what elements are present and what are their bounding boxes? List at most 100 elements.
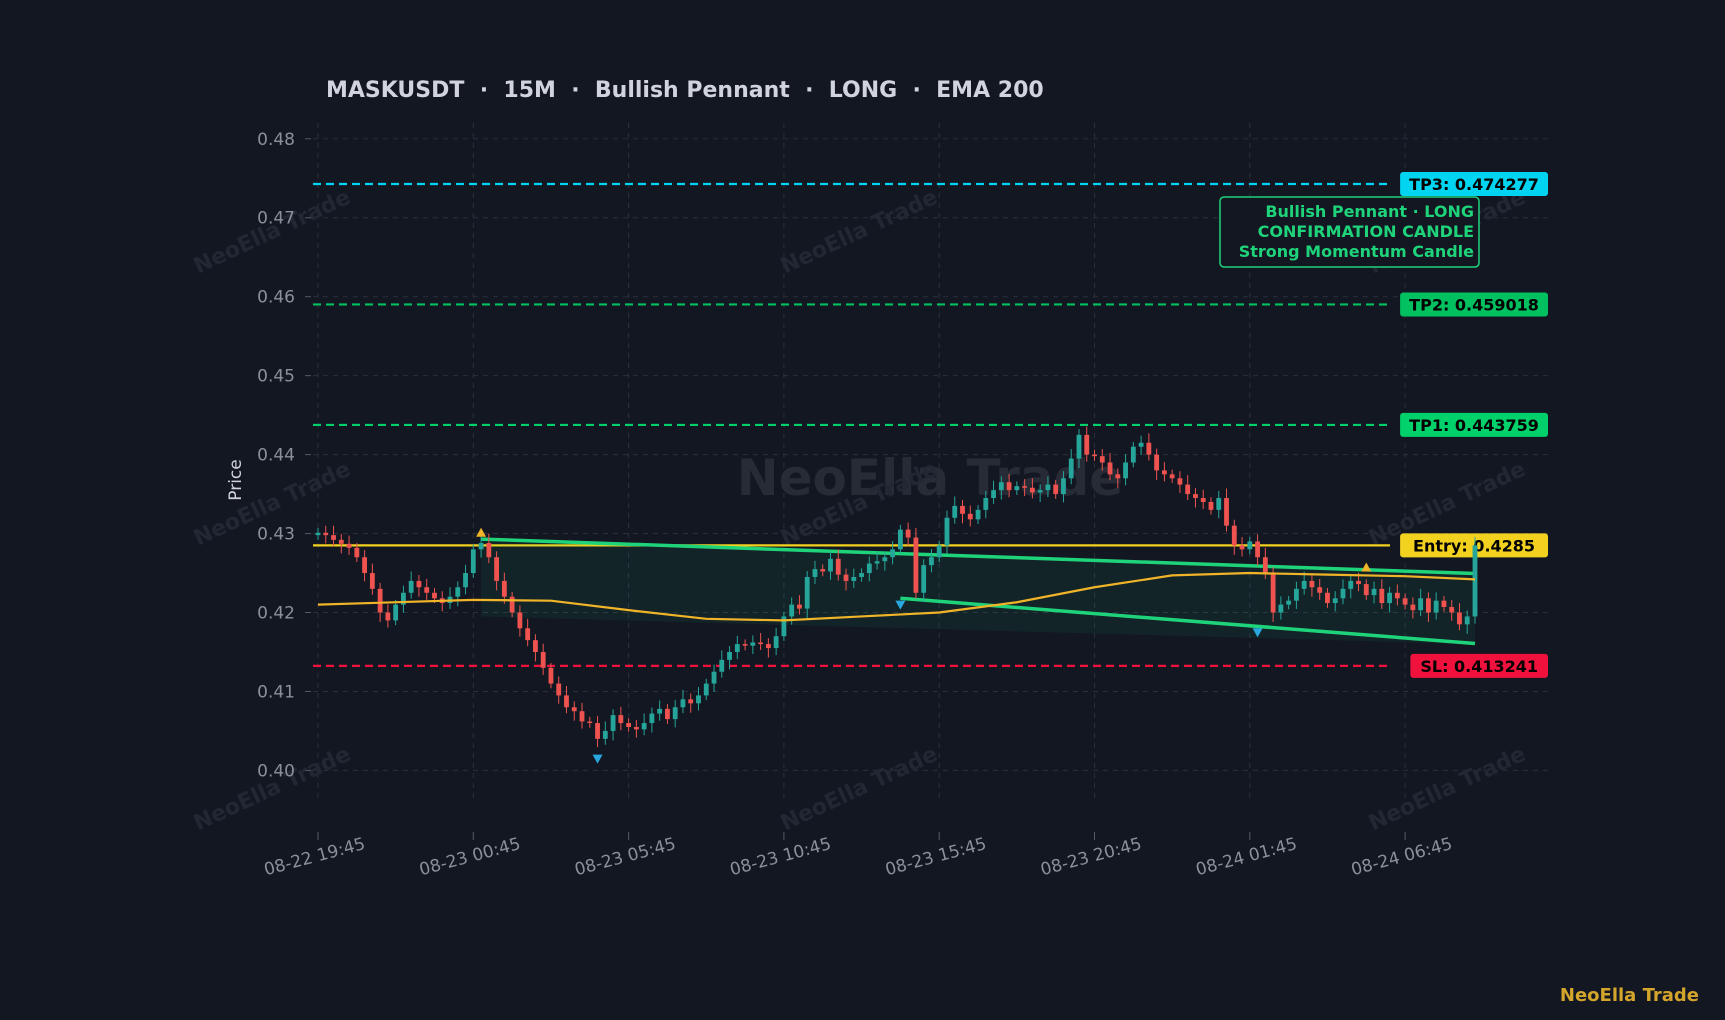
candle-body: [1278, 604, 1284, 613]
y-tick-label: 0.45: [257, 367, 295, 387]
candle-body: [967, 513, 973, 520]
x-tick-label: 08-23 15:45: [883, 834, 988, 880]
y-tick-label: 0.43: [257, 525, 295, 545]
candle-body: [1402, 598, 1408, 605]
candle-body: [1363, 584, 1369, 596]
candle-body: [1387, 592, 1392, 604]
candle-body: [742, 644, 748, 646]
x-tick-label: 08-24 06:45: [1349, 834, 1454, 880]
x-tick-label: 08-23 20:45: [1038, 834, 1143, 880]
candle-body: [1216, 498, 1222, 510]
candle-body: [944, 517, 950, 546]
candle-body: [424, 587, 430, 593]
candle-body: [711, 671, 717, 684]
level-label: TP3: 0.474277: [1409, 175, 1539, 194]
candle-body: [1161, 470, 1167, 475]
candle-body: [564, 695, 569, 708]
annotation-line: CONFIRMATION CANDLE: [1258, 222, 1474, 241]
brand-label: NeoElla Trade: [1559, 985, 1699, 1006]
candle-body: [703, 683, 709, 696]
candle-body: [1410, 604, 1416, 611]
candle-body: [890, 549, 896, 558]
candle-body: [626, 723, 632, 727]
level-label: SL: 0.413241: [1420, 657, 1538, 676]
candle-body: [408, 580, 414, 593]
level-label: TP1: 0.443759: [1409, 416, 1539, 435]
candle-body: [680, 699, 686, 708]
candle-body: [1138, 442, 1144, 447]
candle-body: [1379, 588, 1385, 604]
candle-body: [1053, 484, 1059, 495]
candle-body: [1231, 525, 1237, 546]
candle-body: [952, 505, 958, 518]
candle-body: [1286, 600, 1292, 605]
candle-body: [470, 549, 476, 574]
candle-body: [843, 574, 849, 581]
candle-body: [1262, 557, 1268, 574]
candle-body: [1348, 580, 1354, 589]
candle-body: [416, 580, 422, 588]
candle-body: [579, 711, 585, 722]
candle-body: [1130, 446, 1136, 463]
candle-body: [494, 557, 500, 581]
candle-body: [540, 651, 546, 668]
x-tick-label: 08-24 01:45: [1194, 834, 1299, 880]
x-tick-label: 08-23 05:45: [573, 834, 678, 880]
pivot-high-marker: [476, 527, 487, 537]
candle-body: [719, 659, 725, 672]
watermark: NeoElla Trade: [1365, 742, 1530, 837]
candle-body: [696, 695, 701, 704]
candle-body: [936, 545, 942, 558]
candle-body: [929, 557, 934, 566]
candle-body: [1146, 442, 1152, 455]
candle-body: [432, 592, 437, 599]
candle-body: [1247, 541, 1253, 550]
candle-body: [1426, 598, 1431, 613]
candle-body: [346, 543, 352, 548]
candle-body: [1169, 474, 1175, 479]
candle-body: [1092, 454, 1097, 457]
candle-body: [1200, 498, 1206, 502]
x-tick-label: 08-22 19:45: [262, 834, 367, 880]
candle-body: [1115, 474, 1121, 479]
candle-body: [1022, 486, 1028, 488]
candle-body: [773, 636, 779, 649]
candle-body: [750, 642, 756, 646]
candle-body: [525, 628, 531, 641]
candle-body: [1084, 434, 1090, 455]
y-tick-label: 0.47: [257, 209, 295, 229]
candle-body: [758, 642, 764, 645]
candle-body: [649, 713, 655, 724]
candle-body: [1433, 600, 1439, 613]
candle-body: [789, 604, 795, 617]
candle-body: [1441, 600, 1447, 607]
candle-body: [1325, 592, 1330, 604]
candle-body: [905, 529, 911, 538]
candle-body: [618, 715, 624, 724]
candle-body: [913, 537, 919, 593]
candle-body: [1037, 490, 1043, 493]
candle-body: [835, 558, 841, 575]
candle-body: [998, 482, 1004, 491]
y-tick-label: 0.46: [257, 288, 295, 308]
watermark: NeoElla Trade: [190, 185, 355, 280]
candle-body: [393, 604, 399, 621]
candle-body: [734, 644, 740, 652]
candle-body: [866, 563, 872, 574]
signal-annotation: Bullish Pennant · LONGCONFIRMATION CANDL…: [1219, 196, 1480, 268]
candle-body: [1293, 588, 1299, 601]
y-tick-label: 0.42: [257, 604, 295, 624]
candle-body: [1045, 484, 1051, 491]
watermark: NeoElla Trade: [190, 742, 355, 837]
candle-body: [478, 543, 484, 550]
candle-body: [331, 535, 336, 540]
candle-body: [665, 708, 670, 720]
candle-body: [1270, 573, 1276, 613]
candle-body: [975, 509, 981, 520]
candle-body: [385, 612, 391, 621]
candle-body: [338, 539, 344, 544]
candle-body: [595, 723, 600, 739]
candle-body: [882, 557, 888, 562]
candle-body: [797, 604, 802, 609]
candle-body: [1301, 580, 1307, 589]
